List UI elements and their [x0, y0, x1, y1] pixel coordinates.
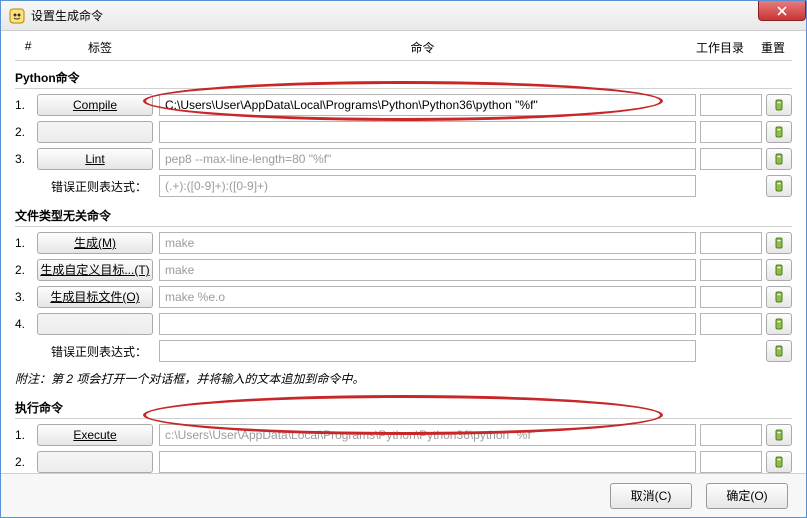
reset-icon	[772, 98, 786, 112]
section-ft-title: 文件类型无关命令	[15, 201, 792, 226]
col-reset: 重置	[754, 39, 792, 56]
reset-icon	[772, 290, 786, 304]
app-icon	[9, 8, 25, 24]
row-number: 2.	[15, 455, 37, 469]
dialog-window: 设置生成命令 # 标签 命令 工作目录 重置 Python命令 1. Compi…	[0, 0, 807, 518]
row-number: 1.	[15, 428, 37, 442]
workdir-input[interactable]	[700, 94, 762, 116]
reset-button[interactable]	[766, 94, 792, 116]
col-label: 标签	[41, 39, 159, 56]
label-button-make-object[interactable]: 生成目标文件(O)	[37, 286, 153, 308]
close-button[interactable]	[758, 1, 806, 21]
workdir-input[interactable]	[700, 313, 762, 335]
row-number: 2.	[15, 125, 37, 139]
reset-icon	[772, 152, 786, 166]
label-button-lint[interactable]: Lint	[37, 148, 153, 170]
row-ft-regex: 错误正则表达式：	[15, 339, 792, 363]
row-number: 2.	[15, 263, 37, 277]
label-button-empty[interactable]	[37, 451, 153, 473]
reset-button[interactable]	[766, 175, 792, 197]
reset-icon	[772, 125, 786, 139]
reset-icon	[772, 236, 786, 250]
divider	[15, 418, 792, 419]
ok-button[interactable]: 确定(O)	[706, 483, 788, 509]
section-exec-title: 执行命令	[15, 393, 792, 418]
divider	[15, 226, 792, 227]
column-header: # 标签 命令 工作目录 重置	[15, 37, 792, 60]
label-button-compile[interactable]: Compile	[37, 94, 153, 116]
workdir-input[interactable]	[700, 286, 762, 308]
reset-icon	[772, 179, 786, 193]
regex-label: 错误正则表达式：	[37, 178, 153, 195]
command-input[interactable]	[159, 259, 696, 281]
titlebar: 设置生成命令	[1, 1, 806, 31]
reset-button[interactable]	[766, 286, 792, 308]
workdir-input[interactable]	[700, 148, 762, 170]
window-title: 设置生成命令	[31, 7, 759, 24]
row-number: 1.	[15, 236, 37, 250]
row-python-1: 1. Compile	[15, 93, 792, 117]
command-input[interactable]	[159, 94, 696, 116]
window-controls	[759, 1, 806, 21]
label-button-make[interactable]: 生成(M)	[37, 232, 153, 254]
row-ft-4: 4.	[15, 312, 792, 336]
reset-button[interactable]	[766, 424, 792, 446]
reset-button[interactable]	[766, 148, 792, 170]
regex-label: 错误正则表达式：	[37, 343, 153, 360]
row-exec-2: 2.	[15, 450, 792, 473]
row-python-3: 3. Lint	[15, 147, 792, 171]
reset-icon	[772, 317, 786, 331]
workdir-input[interactable]	[700, 259, 762, 281]
col-num: #	[15, 39, 41, 56]
row-number: 1.	[15, 98, 37, 112]
reset-icon	[772, 344, 786, 358]
workdir-input[interactable]	[700, 424, 762, 446]
label-button-empty[interactable]	[37, 121, 153, 143]
row-ft-2: 2. 生成自定义目标...(T)	[15, 258, 792, 282]
dialog-footer: 取消(C) 确定(O)	[1, 473, 806, 517]
divider	[15, 88, 792, 89]
reset-icon	[772, 455, 786, 469]
command-input[interactable]	[159, 232, 696, 254]
close-icon	[776, 6, 788, 16]
reset-icon	[772, 428, 786, 442]
command-input[interactable]	[159, 451, 696, 473]
regex-input[interactable]	[159, 340, 696, 362]
section-python-title: Python命令	[15, 63, 792, 88]
row-number: 3.	[15, 152, 37, 166]
row-python-2: 2.	[15, 120, 792, 144]
regex-input[interactable]	[159, 175, 696, 197]
reset-icon	[772, 263, 786, 277]
reset-button[interactable]	[766, 232, 792, 254]
command-input[interactable]	[159, 121, 696, 143]
label-button-empty[interactable]	[37, 313, 153, 335]
reset-button[interactable]	[766, 121, 792, 143]
content-area: # 标签 命令 工作目录 重置 Python命令 1. Compile 2. 3…	[1, 31, 806, 473]
row-number: 4.	[15, 317, 37, 331]
workdir-input[interactable]	[700, 451, 762, 473]
col-wd: 工作目录	[686, 39, 754, 56]
row-exec-1: 1. Execute	[15, 423, 792, 447]
cancel-button[interactable]: 取消(C)	[610, 483, 692, 509]
row-ft-1: 1. 生成(M)	[15, 231, 792, 255]
command-input[interactable]	[159, 286, 696, 308]
divider	[15, 60, 792, 61]
ft-note: 附注：第 2 项会打开一个对话框，并将输入的文本追加到命令中。	[15, 366, 792, 393]
col-cmd: 命令	[159, 39, 686, 56]
label-button-execute[interactable]: Execute	[37, 424, 153, 446]
row-ft-3: 3. 生成目标文件(O)	[15, 285, 792, 309]
workdir-input[interactable]	[700, 232, 762, 254]
reset-button[interactable]	[766, 259, 792, 281]
row-number: 3.	[15, 290, 37, 304]
command-input[interactable]	[159, 424, 696, 446]
row-python-regex: 错误正则表达式：	[15, 174, 792, 198]
label-button-make-custom[interactable]: 生成自定义目标...(T)	[37, 259, 153, 281]
reset-button[interactable]	[766, 313, 792, 335]
command-input[interactable]	[159, 313, 696, 335]
workdir-input[interactable]	[700, 121, 762, 143]
reset-button[interactable]	[766, 340, 792, 362]
command-input[interactable]	[159, 148, 696, 170]
reset-button[interactable]	[766, 451, 792, 473]
